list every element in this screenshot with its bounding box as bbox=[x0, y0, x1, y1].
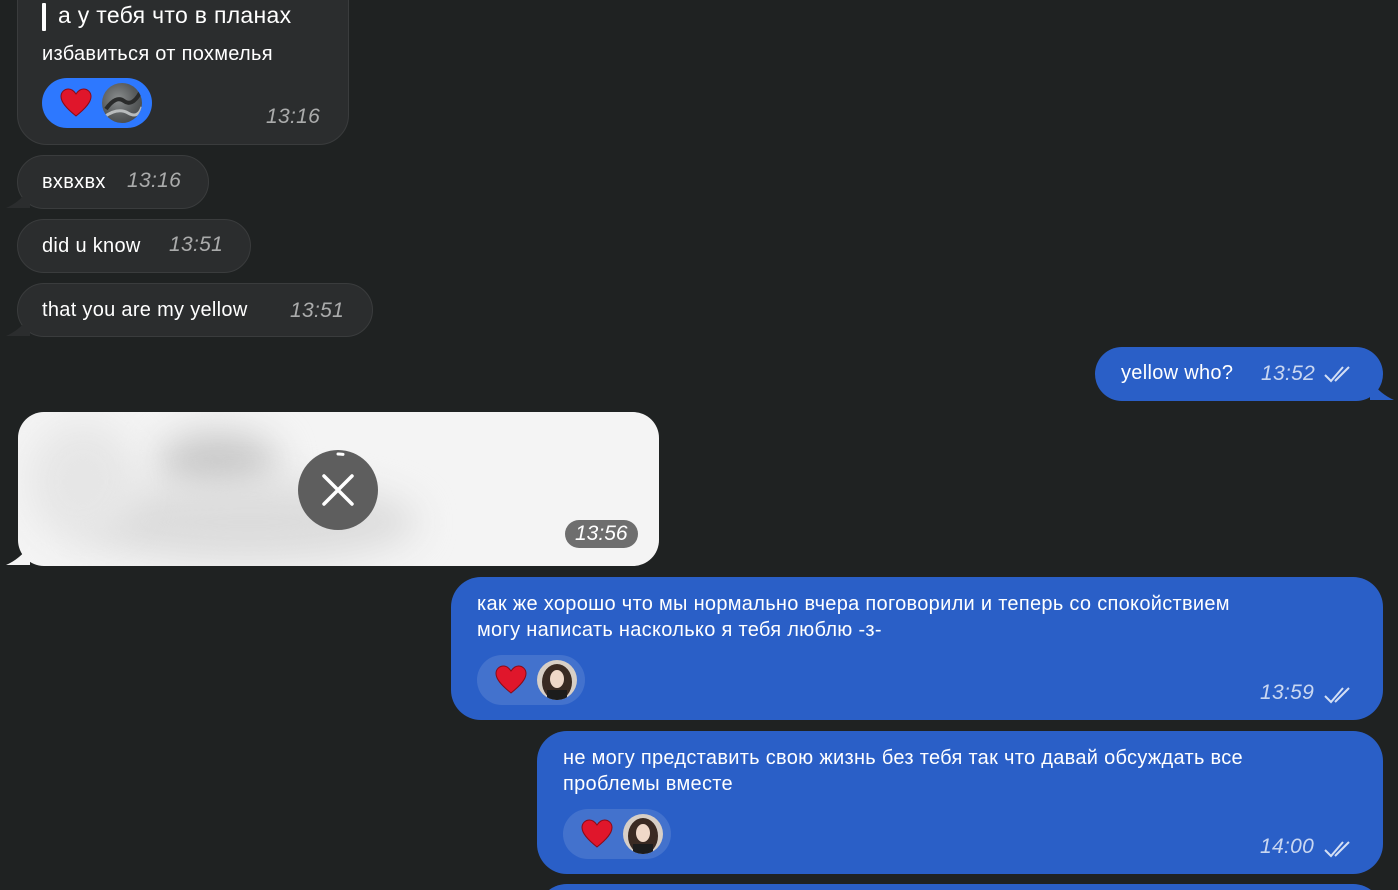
message-time: 13:16 bbox=[266, 105, 321, 128]
message-time: 13:52 bbox=[1261, 362, 1316, 385]
message-time: 14:00 bbox=[1260, 835, 1315, 858]
heart-icon bbox=[495, 665, 527, 694]
message-bubble-outgoing[interactable]: не могу представить свою жизнь без тебя … bbox=[537, 731, 1383, 874]
reactor-avatar bbox=[537, 660, 577, 700]
reaction-chip[interactable] bbox=[42, 78, 152, 128]
message-bubble-incoming[interactable]: did u know 13:51 bbox=[17, 219, 251, 273]
message-bubble-outgoing[interactable]: как же хорошо что мы нормально вчера пог… bbox=[451, 577, 1383, 720]
chat-history[interactable]: а у тебя что в планах избавиться от похм… bbox=[0, 0, 1398, 890]
read-checkmarks-icon bbox=[1324, 841, 1350, 858]
message-text-line: не могу представить свою жизнь без тебя … bbox=[563, 747, 1243, 769]
image-placeholder-blur bbox=[28, 422, 138, 542]
message-text: вхвхвх bbox=[42, 171, 106, 193]
message-bubble-incoming[interactable]: а у тебя что в планах избавиться от похм… bbox=[17, 0, 349, 145]
message-time: 13:51 bbox=[290, 299, 345, 322]
message-time: 13:56 bbox=[565, 520, 638, 548]
avatar-portrait bbox=[542, 664, 572, 700]
avatar-portrait bbox=[628, 818, 658, 854]
media-message-loading[interactable]: 13:56 bbox=[18, 412, 659, 566]
message-bubble-outgoing-partial[interactable] bbox=[537, 884, 1383, 890]
reaction-chip[interactable] bbox=[563, 809, 671, 859]
message-text: that you are my yellow bbox=[42, 299, 248, 321]
reactor-avatar bbox=[102, 83, 142, 123]
message-time: 13:16 bbox=[127, 169, 182, 192]
close-icon bbox=[322, 452, 354, 506]
read-checkmarks-icon bbox=[1324, 366, 1350, 383]
message-bubble-incoming[interactable]: вхвхвх 13:16 bbox=[17, 155, 209, 209]
heart-icon bbox=[60, 88, 92, 117]
bubble-tail bbox=[6, 545, 30, 565]
message-text: yellow who? bbox=[1121, 362, 1234, 384]
heart-icon bbox=[581, 819, 613, 848]
message-text-line: как же хорошо что мы нормально вчера пог… bbox=[477, 593, 1230, 615]
message-bubble-outgoing[interactable]: yellow who? 13:52 bbox=[1095, 347, 1383, 401]
reaction-chip[interactable] bbox=[477, 655, 585, 705]
message-bubble-incoming[interactable]: that you are my yellow 13:51 bbox=[17, 283, 373, 337]
message-time: 13:59 bbox=[1260, 681, 1315, 704]
reply-quote-bar bbox=[42, 3, 46, 31]
read-checkmarks-icon bbox=[1324, 687, 1350, 704]
reactor-avatar bbox=[623, 814, 663, 854]
message-text-line: проблемы вместе bbox=[563, 773, 733, 795]
message-text: did u know bbox=[42, 235, 141, 257]
bubble-tail bbox=[1370, 380, 1394, 400]
reply-quote-text[interactable]: а у тебя что в планах bbox=[58, 2, 291, 28]
message-text: избавиться от похмелья bbox=[42, 43, 273, 65]
bubble-tail bbox=[6, 316, 30, 336]
avatar-texture bbox=[103, 91, 142, 119]
cancel-download-button[interactable] bbox=[298, 450, 378, 530]
message-text-line: могу написать насколько я тебя люблю -з- bbox=[477, 619, 882, 641]
bubble-tail bbox=[6, 188, 30, 208]
message-time: 13:51 bbox=[169, 233, 224, 256]
